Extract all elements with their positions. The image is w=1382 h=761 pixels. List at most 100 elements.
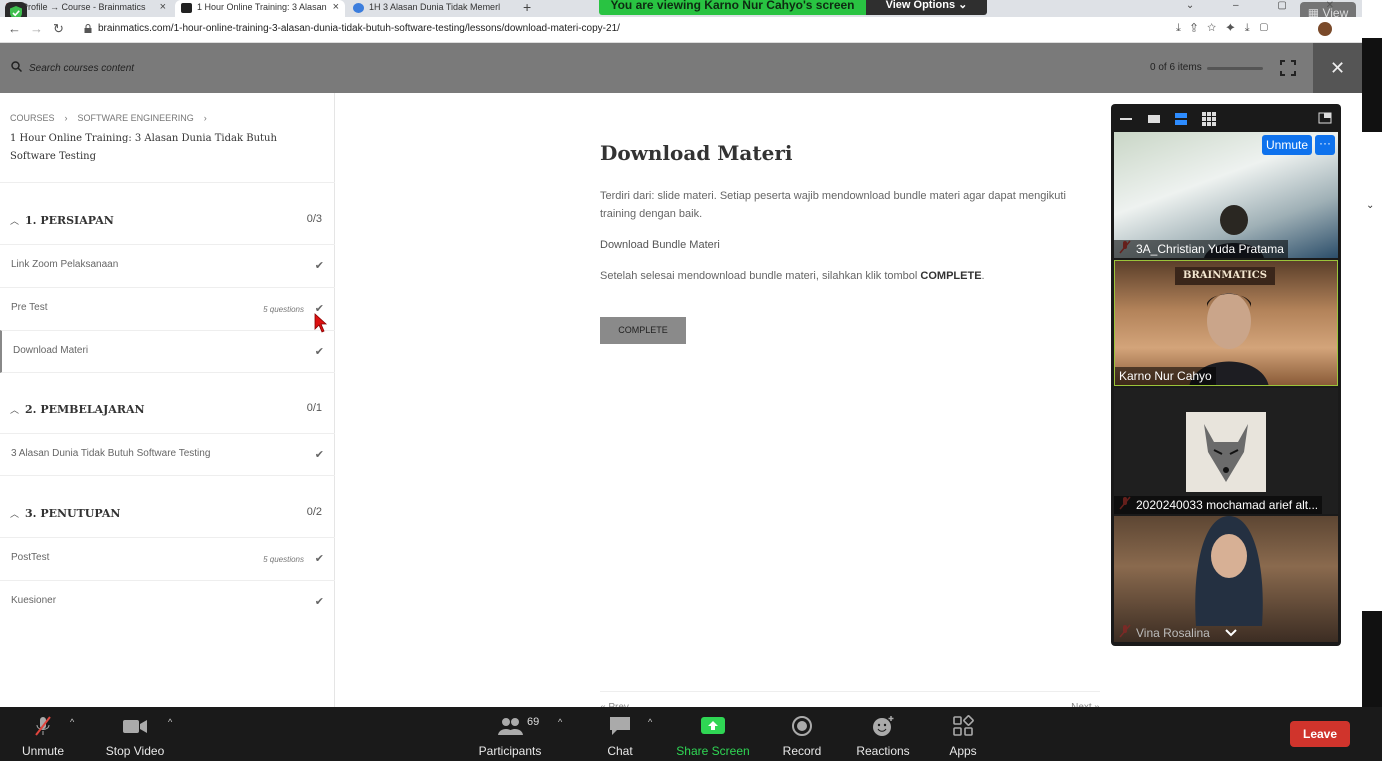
wolf-icon xyxy=(1204,424,1248,482)
chevron-down-icon[interactable] xyxy=(1224,628,1238,638)
items-count: 0 of 6 items xyxy=(1150,62,1202,73)
lesson-title: Download Materi xyxy=(600,141,793,165)
section-title: 1. PERSIAPAN xyxy=(25,214,114,227)
lesson-pre-test[interactable]: Pre Test 5 questions ✔ xyxy=(0,287,335,330)
more-options-button[interactable]: ··· xyxy=(1315,135,1335,155)
lesson-3-alasan[interactable]: 3 Alasan Dunia Tidak Butuh Software Test… xyxy=(0,433,335,476)
breadcrumb-software-engineering[interactable]: SOFTWARE ENGINEERING xyxy=(78,113,194,123)
participant-name: 3A_Christian Yuda Pratama xyxy=(1114,240,1288,258)
gallery-view-icon[interactable] xyxy=(1202,112,1216,126)
reactions-icon xyxy=(873,716,894,736)
check-icon: ✔ xyxy=(314,260,324,272)
speaker-view-icon[interactable] xyxy=(1147,114,1161,124)
breadcrumb-courses[interactable]: COURSES xyxy=(10,113,55,123)
reload-icon[interactable]: ↻ xyxy=(53,21,64,37)
screen-share-banner: You are viewing Karno Nur Cahyo's screen xyxy=(599,0,866,15)
new-tab-icon[interactable]: + xyxy=(523,0,531,15)
instruction-text-main: Setelah selesai mendownload bundle mater… xyxy=(600,270,918,282)
section-pembelajaran[interactable]: ︿ 2. PEMBELAJARAN 0/1 xyxy=(0,389,335,427)
participants-label: Participants xyxy=(478,744,542,758)
reactions-control[interactable]: Reactions xyxy=(855,715,911,758)
participant-silhouette xyxy=(1195,516,1263,626)
reactions-label: Reactions xyxy=(856,744,910,758)
minimize-icon[interactable] xyxy=(1119,116,1133,122)
chevron-down-icon[interactable]: ⌄ xyxy=(1366,200,1374,211)
profile-avatar[interactable] xyxy=(1318,22,1332,36)
zoom-meeting-controls: Unmute ^ Stop Video ^ Participants 69 ^ … xyxy=(0,707,1382,761)
apps-control[interactable]: Apps xyxy=(946,715,980,758)
caret-up-icon[interactable]: ^ xyxy=(168,717,172,727)
complete-button[interactable]: COMPLETE xyxy=(600,317,686,344)
unmute-button[interactable]: Unmute xyxy=(1262,135,1312,155)
participants-count: 69 xyxy=(527,716,540,728)
chat-control[interactable]: Chat xyxy=(604,715,636,758)
stop-video-label: Stop Video xyxy=(105,744,165,758)
section-title: 3. PENUTUPAN xyxy=(25,507,121,520)
exit-panel-icon[interactable] xyxy=(1318,112,1332,124)
participant-tile-active-speaker[interactable]: BRAINMATICS Karno Nur Cahyo xyxy=(1114,260,1338,386)
stop-video-control[interactable]: Stop Video xyxy=(104,715,166,758)
strip-view-icon[interactable] xyxy=(1174,112,1188,126)
tab-label: 1 Hour Online Training: 3 Alasan xyxy=(197,2,327,12)
right-edge-dark-panel-bottom xyxy=(1362,611,1382,707)
fullscreen-icon[interactable] xyxy=(1280,60,1296,76)
address-bar: ← → ↻ brainmatics.com/1-hour-online-trai… xyxy=(0,17,1362,43)
chat-icon xyxy=(610,717,630,735)
favicon-icon xyxy=(181,3,192,13)
browser-tab-course-active[interactable]: 1 Hour Online Training: 3 Alasan × xyxy=(175,0,345,17)
caret-up-icon[interactable]: ^ xyxy=(648,717,652,727)
share-screen-label: Share Screen xyxy=(676,744,750,758)
record-icon xyxy=(792,716,812,736)
lesson-name: Link Zoom Pelaksanaan xyxy=(11,259,119,270)
share-screen-control[interactable]: Share Screen xyxy=(676,715,750,758)
check-icon: ✔ xyxy=(314,596,324,608)
chevron-down-icon: ⌄ xyxy=(958,0,968,11)
record-control[interactable]: Record xyxy=(780,715,824,758)
close-tab-icon[interactable]: × xyxy=(333,1,339,13)
extension-icons[interactable]: ⤓⇪☆✦⤓▢ xyxy=(1176,22,1278,35)
section-count: 0/1 xyxy=(306,402,322,414)
unmute-label: Unmute xyxy=(21,744,65,758)
apps-label: Apps xyxy=(949,744,977,758)
cloud-icon xyxy=(353,3,364,13)
course-title[interactable]: 1 Hour Online Training: 3 Alasan Dunia T… xyxy=(10,130,310,166)
instruction-text: Setelah selesai mendownload bundle mater… xyxy=(600,270,985,282)
browser-tab-slides[interactable]: 1H 3 Alasan Dunia Tidak Memerl xyxy=(347,0,517,17)
lesson-name: Kuesioner xyxy=(11,595,57,606)
instruction-text-bold: COMPLETE xyxy=(920,270,982,282)
zoom-video-panel: Unmute ··· 3A_Christian Yuda Pratama BRA… xyxy=(1111,104,1341,646)
close-course-button[interactable]: ✕ xyxy=(1313,43,1362,93)
apps-icon xyxy=(953,715,974,736)
participant-tile[interactable]: Vina Rosalina xyxy=(1114,516,1338,642)
back-icon[interactable]: ← xyxy=(8,21,21,36)
unmute-control[interactable]: Unmute xyxy=(20,715,66,758)
lesson-name: Download Materi xyxy=(13,345,89,356)
section-penutupan[interactable]: ︿ 3. PENUTUPAN 0/2 xyxy=(0,493,335,531)
caret-up-icon[interactable]: ^ xyxy=(558,717,562,727)
mouse-cursor-icon xyxy=(314,313,328,333)
lesson-download-materi[interactable]: Download Materi ✔ xyxy=(0,330,335,373)
search-input[interactable] xyxy=(29,60,329,76)
lock-icon xyxy=(84,24,92,33)
lesson-kuesioner[interactable]: Kuesioner ✔ xyxy=(0,580,335,623)
divider xyxy=(0,182,335,183)
caret-up-icon[interactable]: ^ xyxy=(70,717,74,727)
leave-meeting-button[interactable]: Leave xyxy=(1290,721,1350,747)
participant-tile[interactable]: 2020240033 mochamad arief alt... xyxy=(1114,388,1338,514)
lesson-name: PostTest xyxy=(11,552,50,563)
forward-icon[interactable]: → xyxy=(30,21,43,36)
chat-label: Chat xyxy=(607,744,633,758)
lesson-name: Pre Test xyxy=(11,302,48,313)
participant-tile[interactable]: Unmute ··· 3A_Christian Yuda Pratama xyxy=(1114,132,1338,258)
lesson-posttest[interactable]: PostTest 5 questions ✔ xyxy=(0,537,335,580)
view-options-button[interactable]: View Options ⌄ xyxy=(866,0,987,15)
url-field[interactable]: brainmatics.com/1-hour-online-training-3… xyxy=(98,23,620,34)
section-persiapan[interactable]: ︿ 1. PERSIAPAN 0/3 xyxy=(0,200,335,238)
participant-name: 2020240033 mochamad arief alt... xyxy=(1114,496,1323,514)
lesson-pagination: « Prev Next » xyxy=(600,691,1100,713)
download-bundle-link[interactable]: Download Bundle Materi xyxy=(600,239,720,251)
course-header-bar: 0 of 6 items ✕ xyxy=(0,43,1362,93)
close-tab-icon[interactable]: × xyxy=(160,1,166,13)
video-camera-icon xyxy=(123,720,147,733)
lesson-link-zoom[interactable]: Link Zoom Pelaksanaan ✔ xyxy=(0,244,335,287)
